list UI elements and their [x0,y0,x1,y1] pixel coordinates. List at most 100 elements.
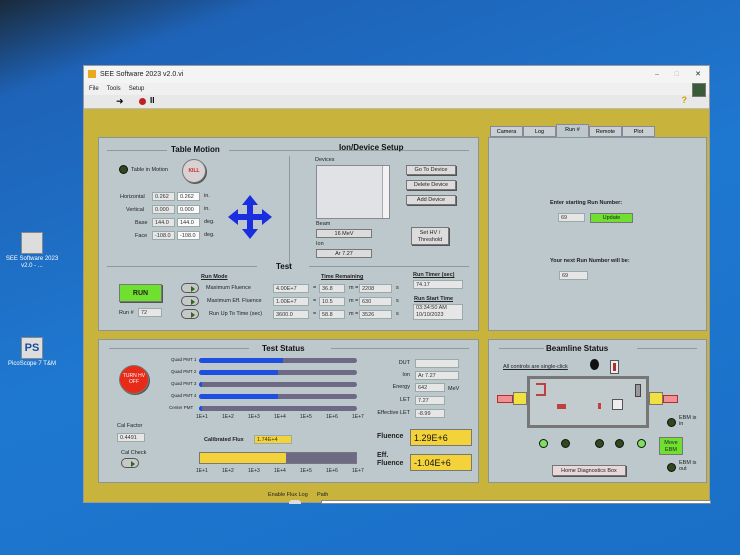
run-start-time-field: 03:34:50 AM 10/10/2023 [413,304,463,320]
pmt-bar-fill [199,394,278,399]
axis-unit: deg. [204,219,215,225]
set-hv-threshold-button[interactable]: Set HV / Threshold [411,227,449,245]
path-label: Path [317,492,329,498]
ebm-out-label: EBM is out [679,460,697,472]
menu-tools[interactable]: Tools [107,86,121,92]
run-mode-radio[interactable] [181,283,199,293]
run-mode-radio[interactable] [181,309,199,319]
run-button[interactable]: RUN [119,284,162,302]
axis-unit: in. [204,193,210,199]
tab-remote[interactable]: Remote [589,126,622,137]
run-mode-value-input[interactable]: 4.00E+7 [273,284,309,293]
calibrated-flux-bar [199,452,357,464]
energy-field: 642 [415,383,445,392]
pmt-bar [199,370,357,375]
run-number-field[interactable]: 72 [138,308,162,317]
starting-run-number-input[interactable]: 69 [558,213,585,222]
home-diagnostics-box-button[interactable]: Home Diagnostics Box [552,465,626,476]
beamline-title: Beamline Status [546,344,609,353]
seconds-unit: s [396,285,399,291]
target-icon[interactable] [557,404,566,409]
axis-target-input[interactable]: 144.0 [177,218,200,227]
calibrated-flux-field: 1.74E+4 [254,435,292,444]
devices-scrollbar[interactable] [382,166,389,218]
minimize-button[interactable]: – [655,66,659,83]
test-status-panel: Test Status TURN HV OFF Quad PMT 1 Quad P… [98,339,479,483]
tab-plot[interactable]: Plot [622,126,655,137]
turn-hv-off-button[interactable]: TURN HV OFF [119,365,149,394]
detector-icon[interactable] [635,384,641,397]
abort-icon[interactable] [139,98,146,105]
tab-run[interactable]: Run # [556,124,589,137]
ion-field: Ar 7.27 [415,371,459,380]
dut-field [415,359,459,368]
cal-factor-field[interactable]: 0.4491 [117,433,145,442]
table-motion-title: Table Motion [171,145,220,154]
axis-current-field: 144.0 [152,218,175,227]
energy-label: Energy [392,384,410,390]
ion-select[interactable]: Ar 7.27 [316,249,372,258]
cal-check-toggle[interactable] [121,458,139,468]
scale-tick-label: 1E+7 [352,414,364,420]
camera-icon[interactable] [590,359,599,370]
tab-camera[interactable]: Camera [490,126,523,137]
go-to-device-button[interactable]: Go To Device [406,165,456,175]
faraday-cup-icon[interactable] [536,383,546,396]
enter-run-number-label: Enter starting Run Number: [550,200,623,206]
axis-label: Horizontal [120,194,145,200]
axis-current-field: -108.0 [152,231,175,240]
run-mode-value-input[interactable]: 1.00E+7 [273,297,309,306]
equals-sign: = [313,311,317,317]
pmt-label: Quad PMT 3 [171,381,197,386]
let-label: LET [399,397,410,403]
table-in-motion-led [119,165,128,174]
add-device-button[interactable]: Add Device [406,195,456,205]
axis-unit: deg. [204,232,215,238]
beam-in-arrow-icon [497,395,513,403]
axis-label: Vertical [126,207,145,213]
app-window: SEE Software 2023 v2.0.vi – □ ✕ File Tool… [83,65,711,504]
desktop-icon-see-software[interactable]: SEE Software 2023 v2.0 - ... [2,232,62,270]
mirror-icon[interactable] [612,399,623,410]
next-run-number-label: Your next Run Number will be: [550,258,630,264]
path-input[interactable] [321,500,711,504]
axis-current-field: 0.262 [152,192,175,201]
tab-log[interactable]: Log [523,126,556,137]
menu-setup[interactable]: Setup [129,86,145,92]
minutes-unit: m = [349,298,359,304]
beam-select[interactable]: 16 MeV [316,229,372,238]
axis-target-input[interactable]: 0.000 [177,205,200,214]
run-arrow-icon[interactable]: ➜ [116,96,124,107]
beamline-status-led [637,439,646,448]
menu-file[interactable]: File [89,86,99,92]
scale-tick-label: 1E+2 [222,468,234,474]
update-button[interactable]: Update [590,213,633,223]
run-mode-radio[interactable] [181,296,199,306]
toolbar: ➜ II ? [84,83,709,109]
pmt-bar-fill [199,382,203,387]
beam-label: Beam [316,221,331,227]
close-button[interactable]: ✕ [695,66,701,83]
ebm-out-led [667,463,676,472]
devices-list[interactable] [316,165,390,219]
time-remaining-label: Time Remaining [321,274,364,280]
run-start-time: 03:34:50 AM [416,305,447,311]
desktop-icon-picoscope[interactable]: PS PicoScope 7 T&M [2,337,62,368]
help-icon[interactable]: ? [682,95,688,105]
move-arrows-icon[interactable] [228,195,272,239]
maximize-button[interactable]: □ [675,66,679,83]
shutter-icon[interactable] [610,360,619,374]
move-ebm-button[interactable]: Move EBM [659,437,683,455]
delete-device-button[interactable]: Delete Device [406,180,456,190]
pause-icon[interactable]: II [150,96,154,105]
beamline-status-panel: Beamline Status All controls are single-… [488,339,707,483]
enable-flux-log-toggle[interactable] [289,500,301,504]
kill-button[interactable]: KILL [182,159,206,183]
run-mode-label: Run Mode [201,274,228,280]
axis-target-input[interactable]: -108.0 [177,231,200,240]
axis-unit: in. [204,206,210,212]
seconds-remaining-field: 2208 [359,284,392,293]
run-mode-value-input[interactable]: 3600.0 [273,310,309,319]
axis-target-input[interactable]: 0.262 [177,192,200,201]
aperture-icon[interactable] [598,403,601,409]
